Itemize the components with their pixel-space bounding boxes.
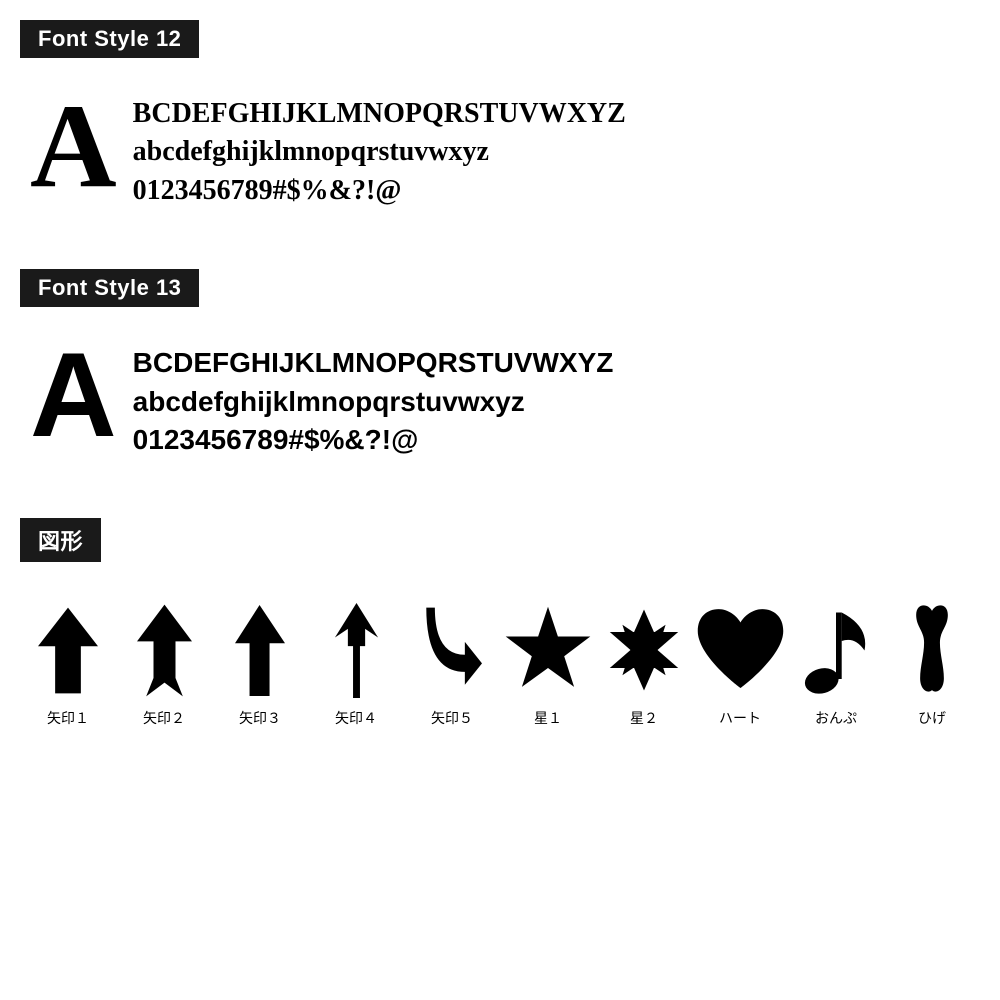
music-icon: [801, 600, 871, 700]
shapes-header: 図形: [20, 518, 101, 562]
star2-icon: [599, 600, 689, 700]
music-label: おんぷ: [815, 708, 857, 728]
arrow1-label: 矢印１: [47, 708, 89, 728]
font-13-line-1: BCDEFGHIJKLMNOPQRSTUVWXYZ: [133, 345, 614, 381]
mustache-icon: [912, 600, 952, 700]
arrow1-icon: [38, 600, 98, 700]
font-12-line-3: 0123456789#$%&?!@: [133, 173, 626, 209]
font-13-line-2: abcdefghijklmnopqrstuvwxyz: [133, 384, 614, 420]
shape-heart: ハート: [692, 600, 788, 728]
star1-icon: [503, 600, 593, 700]
arrow2-icon: [137, 600, 192, 700]
arrow3-icon: [235, 600, 285, 700]
arrow4-label: 矢印４: [335, 708, 377, 728]
shape-arrow5: 矢印５: [404, 600, 500, 728]
font-style-13-section: Font Style 13 A BCDEFGHIJKLMNOPQRSTUVWXY…: [20, 269, 980, 478]
shape-star2: 星２: [596, 600, 692, 728]
font-style-13-header: Font Style 13: [20, 269, 199, 307]
star2-label: 星２: [630, 708, 658, 728]
arrow2-label: 矢印２: [143, 708, 185, 728]
font-style-12-section: Font Style 12 A BCDEFGHIJKLMNOPQRSTUVWXY…: [20, 20, 980, 229]
shape-star1: 星１: [500, 600, 596, 728]
font-12-big-letter: A: [30, 86, 117, 206]
star1-label: 星１: [534, 708, 562, 728]
shapes-row: 矢印１ 矢印２ 矢印３: [20, 580, 980, 728]
font-style-12-header: Font Style 12: [20, 20, 199, 58]
font-12-line-1: BCDEFGHIJKLMNOPQRSTUVWXYZ: [133, 96, 626, 132]
shape-music: おんぷ: [788, 600, 884, 728]
shape-mustache: ひげ: [884, 600, 980, 728]
page: Font Style 12 A BCDEFGHIJKLMNOPQRSTUVWXY…: [0, 0, 1000, 748]
font-12-display: A BCDEFGHIJKLMNOPQRSTUVWXYZ abcdefghijkl…: [20, 76, 980, 229]
font-12-line-2: abcdefghijklmnopqrstuvwxyz: [133, 134, 626, 170]
arrow3-label: 矢印３: [239, 708, 281, 728]
shape-arrow2: 矢印２: [116, 600, 212, 728]
heart-icon: [693, 600, 788, 700]
mustache-label: ひげ: [918, 708, 946, 728]
arrow5-icon: [422, 600, 482, 700]
shapes-section: 図形 矢印１ 矢印２: [20, 518, 980, 728]
font-13-alphabet: BCDEFGHIJKLMNOPQRSTUVWXYZ abcdefghijklmn…: [133, 335, 614, 458]
font-13-line-3: 0123456789#$%&?!@: [133, 422, 614, 458]
arrow4-icon: [334, 600, 379, 700]
font-13-big-letter: A: [30, 335, 117, 455]
shape-arrow3: 矢印３: [212, 600, 308, 728]
font-12-alphabet: BCDEFGHIJKLMNOPQRSTUVWXYZ abcdefghijklmn…: [133, 86, 626, 209]
font-13-display: A BCDEFGHIJKLMNOPQRSTUVWXYZ abcdefghijkl…: [20, 325, 980, 478]
shape-arrow1: 矢印１: [20, 600, 116, 728]
shape-arrow4: 矢印４: [308, 600, 404, 728]
arrow5-label: 矢印５: [431, 708, 473, 728]
heart-label: ハート: [719, 708, 761, 728]
